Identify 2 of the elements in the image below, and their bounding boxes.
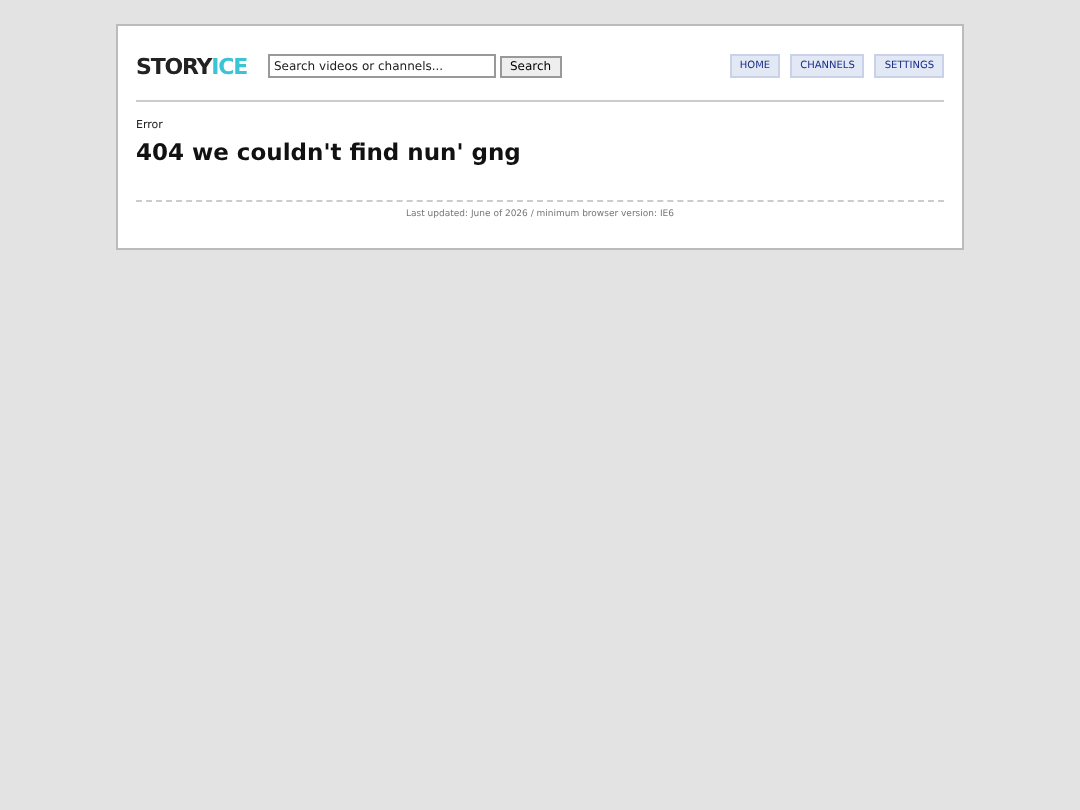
error-heading: 404 we couldn't find nun' gng — [136, 138, 523, 166]
logo[interactable]: STORYICE — [136, 53, 268, 79]
